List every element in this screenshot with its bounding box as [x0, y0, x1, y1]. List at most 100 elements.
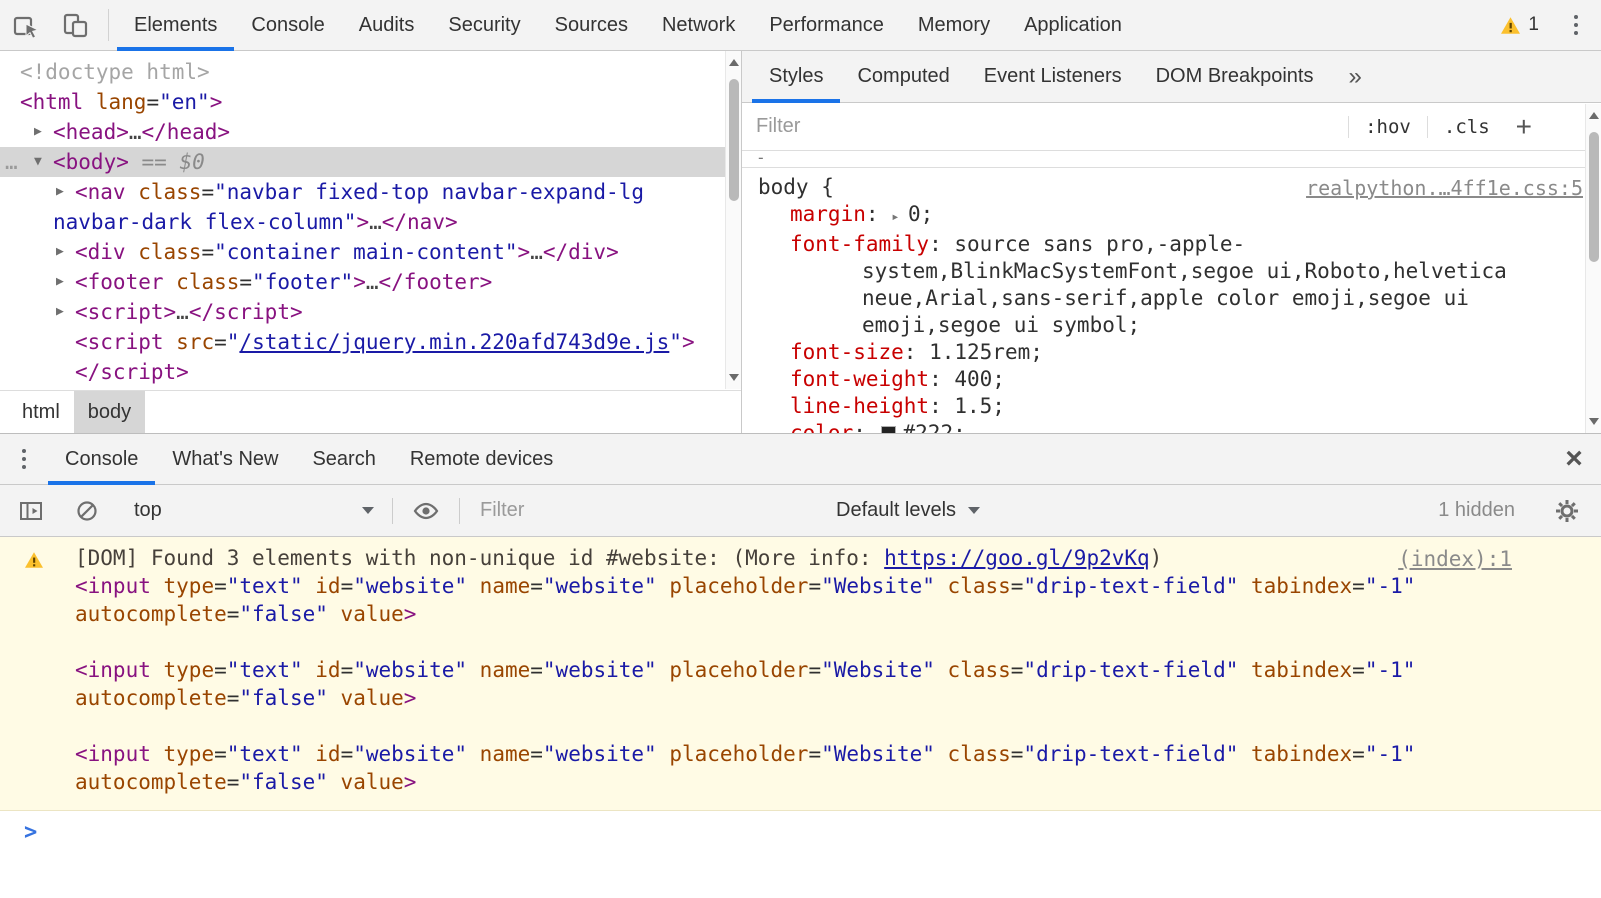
- tab-network[interactable]: Network: [645, 0, 752, 50]
- disclosure-arrow-icon[interactable]: ▶: [56, 237, 64, 267]
- toggle-element-classes-button[interactable]: .cls: [1444, 116, 1490, 138]
- inspect-element-button[interactable]: [0, 0, 50, 50]
- disclosure-arrow-icon[interactable]: ▶: [56, 267, 64, 297]
- show-console-sidebar-button[interactable]: [10, 499, 52, 523]
- drawer-tab-console[interactable]: Console: [48, 434, 155, 484]
- tab-audits[interactable]: Audits: [342, 0, 432, 50]
- expand-shorthand-icon[interactable]: ▸: [891, 209, 908, 225]
- chevron-down-icon: [362, 507, 374, 514]
- drawer-tab-whats-new[interactable]: What's New: [155, 434, 295, 484]
- breadcrumb-label: html: [22, 401, 60, 424]
- warning-count: 1: [1528, 14, 1539, 36]
- scrollbar-thumb[interactable]: [729, 79, 739, 201]
- console-settings-button[interactable]: [1543, 498, 1591, 524]
- breadcrumb: html body: [0, 390, 741, 433]
- tab-dom-breakpoints[interactable]: DOM Breakpoints: [1139, 51, 1331, 102]
- more-tabs-button[interactable]: »: [1348, 51, 1361, 102]
- styles-scrollbar[interactable]: [1585, 104, 1601, 433]
- css-declaration[interactable]: font-size: 1.125rem;: [758, 339, 1583, 366]
- dom-tree-node[interactable]: <script src="/static/jquery.min.220afd74…: [0, 327, 725, 357]
- console-element-preview[interactable]: <input type="text" id="website" name="we…: [75, 572, 1559, 628]
- console-element-preview[interactable]: <input type="text" id="website" name="we…: [75, 740, 1559, 796]
- dom-tree-node[interactable]: ▶<script>…</script>: [0, 297, 725, 327]
- tab-console[interactable]: Console: [234, 0, 341, 50]
- console-warning-entry: [DOM] Found 3 elements with non-unique i…: [0, 537, 1601, 796]
- css-declaration[interactable]: font-family: source sans pro,-apple-syst…: [758, 231, 1583, 339]
- log-levels-dropdown[interactable]: Default levels: [836, 499, 980, 522]
- color-swatch[interactable]: [881, 426, 896, 433]
- dom-tree-node[interactable]: ▶<div class="container main-content">…</…: [0, 237, 725, 267]
- dom-tree-node[interactable]: <html lang="en">: [0, 87, 725, 117]
- tab-sources[interactable]: Sources: [538, 0, 645, 50]
- close-drawer-button[interactable]: ×: [1547, 434, 1601, 484]
- console-messages: [DOM] Found 3 elements with non-unique i…: [0, 537, 1601, 811]
- tab-performance[interactable]: Performance: [752, 0, 901, 50]
- execution-context-selector[interactable]: top: [128, 499, 380, 522]
- tab-elements[interactable]: Elements: [117, 0, 234, 50]
- stylesheet-source-link[interactable]: realpython.…4ff1e.css:5: [1306, 175, 1583, 202]
- css-declaration[interactable]: color: #222;: [758, 420, 1583, 433]
- tab-label: Search: [312, 448, 375, 471]
- console-element-preview[interactable]: <input type="text" id="website" name="we…: [75, 656, 1559, 712]
- toggle-pseudo-classes-button[interactable]: :hov: [1365, 116, 1411, 138]
- tab-security[interactable]: Security: [431, 0, 537, 50]
- dom-tree-node[interactable]: …▼<body> == $0: [0, 147, 725, 177]
- drawer-tab-search[interactable]: Search: [295, 434, 392, 484]
- elements-panel: <!doctype html><html lang="en">▶<head>…<…: [0, 51, 742, 433]
- tab-styles[interactable]: Styles: [752, 51, 840, 102]
- dom-tree-node[interactable]: ▶<nav class="navbar fixed-top navbar-exp…: [0, 177, 725, 237]
- css-selector[interactable]: body {: [758, 175, 834, 199]
- drawer-tab-remote-devices[interactable]: Remote devices: [393, 434, 570, 484]
- disclosure-arrow-icon[interactable]: ▼: [34, 147, 42, 177]
- tab-application[interactable]: Application: [1007, 0, 1139, 50]
- levels-label: Default levels: [836, 499, 956, 522]
- divider: [1348, 116, 1349, 138]
- hidden-messages-count: 1 hidden: [1438, 499, 1515, 522]
- tab-label: Console: [251, 14, 324, 37]
- issues-warning-badge[interactable]: 1: [1500, 0, 1539, 50]
- warning-message: [DOM] Found 3 elements with non-unique i…: [75, 544, 1559, 572]
- breadcrumb-html[interactable]: html: [8, 391, 74, 433]
- dom-tree-node[interactable]: ▶<footer class="footer">…</footer>: [0, 267, 725, 297]
- elements-scrollbar[interactable]: [725, 51, 741, 389]
- scroll-down-arrow-icon[interactable]: [1589, 418, 1599, 425]
- tab-label: Remote devices: [410, 448, 553, 471]
- disclosure-arrow-icon[interactable]: ▶: [34, 117, 42, 147]
- css-rule-header[interactable]: body { realpython.…4ff1e.css:5: [758, 174, 1583, 201]
- tab-label: Sources: [555, 14, 628, 37]
- dom-tree-node[interactable]: ▶<head>…</head>: [0, 117, 725, 147]
- dom-tree-node[interactable]: </script>: [0, 357, 725, 387]
- scroll-down-arrow-icon[interactable]: [729, 374, 739, 381]
- disclosure-arrow-icon[interactable]: ▶: [56, 297, 64, 327]
- drawer-menu-button[interactable]: [0, 434, 48, 484]
- warning-triangle-icon: [1500, 16, 1521, 35]
- console-prompt[interactable]: >: [0, 811, 1601, 898]
- styles-filter-input[interactable]: [756, 115, 1344, 138]
- new-style-rule-button[interactable]: +: [1516, 113, 1532, 141]
- more-actions-icon[interactable]: …: [5, 147, 18, 177]
- scroll-up-arrow-icon[interactable]: [729, 59, 739, 66]
- console-filter-input[interactable]: [480, 499, 810, 522]
- gear-icon: [1554, 498, 1580, 524]
- drawer-tab-bar: Console What's New Search Remote devices…: [0, 434, 1601, 485]
- tab-memory[interactable]: Memory: [901, 0, 1007, 50]
- live-expression-button[interactable]: [405, 501, 447, 521]
- css-declaration[interactable]: line-height: 1.5;: [758, 393, 1583, 420]
- tab-event-listeners[interactable]: Event Listeners: [967, 51, 1139, 102]
- dom-tree-node[interactable]: <!doctype html>: [0, 57, 725, 87]
- css-declaration[interactable]: margin: ▸ 0;: [758, 201, 1583, 231]
- css-declaration[interactable]: font-weight: 400;: [758, 366, 1583, 393]
- scrollbar-thumb[interactable]: [1589, 132, 1599, 262]
- disclosure-arrow-icon[interactable]: ▶: [56, 177, 64, 207]
- styles-panel: Styles Computed Event Listeners DOM Brea…: [742, 51, 1601, 433]
- message-source-link[interactable]: (index):1: [1398, 545, 1512, 573]
- tab-computed[interactable]: Computed: [840, 51, 966, 102]
- chevron-down-icon: [968, 507, 980, 514]
- clear-console-button[interactable]: [66, 499, 108, 523]
- tab-label: Network: [662, 14, 735, 37]
- scroll-up-arrow-icon[interactable]: [1589, 112, 1599, 119]
- main-menu-button[interactable]: [1551, 0, 1601, 50]
- breadcrumb-body[interactable]: body: [74, 391, 145, 433]
- device-toolbar-button[interactable]: [50, 0, 100, 50]
- remnant-text: -: [756, 151, 766, 167]
